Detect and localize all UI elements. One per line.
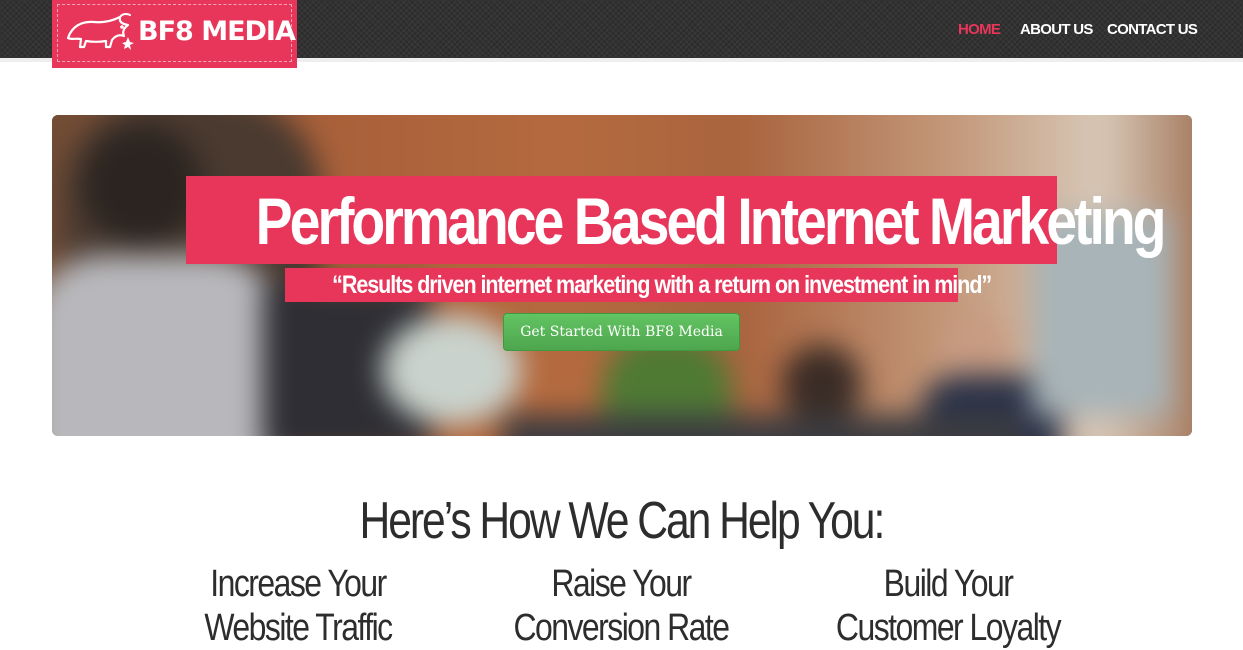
hero-subtitle-box: “Results driven internet marketing with … [285, 268, 992, 302]
get-started-button[interactable]: Get Started With BF8 Media [503, 313, 740, 351]
nav-about-us[interactable]: ABOUT US [1020, 0, 1093, 58]
nav-home[interactable]: HOME [958, 0, 1001, 58]
service-title-line: Conversion Rate [513, 607, 730, 649]
services-heading: Here’s How We Can Help You: [359, 492, 886, 550]
brand-name: BF8 MEDIA [138, 16, 296, 47]
service-title-line: Build Your [883, 563, 1014, 605]
service-title-line: Raise Your [551, 563, 692, 605]
nav-contact-us[interactable]: CONTACT US [1107, 0, 1198, 58]
bull-icon [66, 12, 134, 50]
service-title-line: Increase Your [210, 563, 387, 605]
service-build-loyalty[interactable]: Build Your Customer Loyalty [798, 562, 1098, 650]
hero-banner: Performance Based Internet Marketing “Re… [52, 115, 1192, 436]
service-title-line: Website Traffic [204, 607, 393, 649]
hero-title: Performance Based Internet Marketing [255, 184, 1167, 258]
hero-subtitle: “Results driven internet marketing with … [332, 271, 992, 299]
service-increase-traffic[interactable]: Increase Your Website Traffic [148, 562, 448, 650]
service-title-line: Customer Loyalty [835, 607, 1062, 649]
brand-logo[interactable]: BF8 MEDIA [52, 0, 297, 68]
service-raise-conversion[interactable]: Raise Your Conversion Rate [471, 562, 771, 650]
hero-title-box: Performance Based Internet Marketing [186, 176, 1167, 264]
